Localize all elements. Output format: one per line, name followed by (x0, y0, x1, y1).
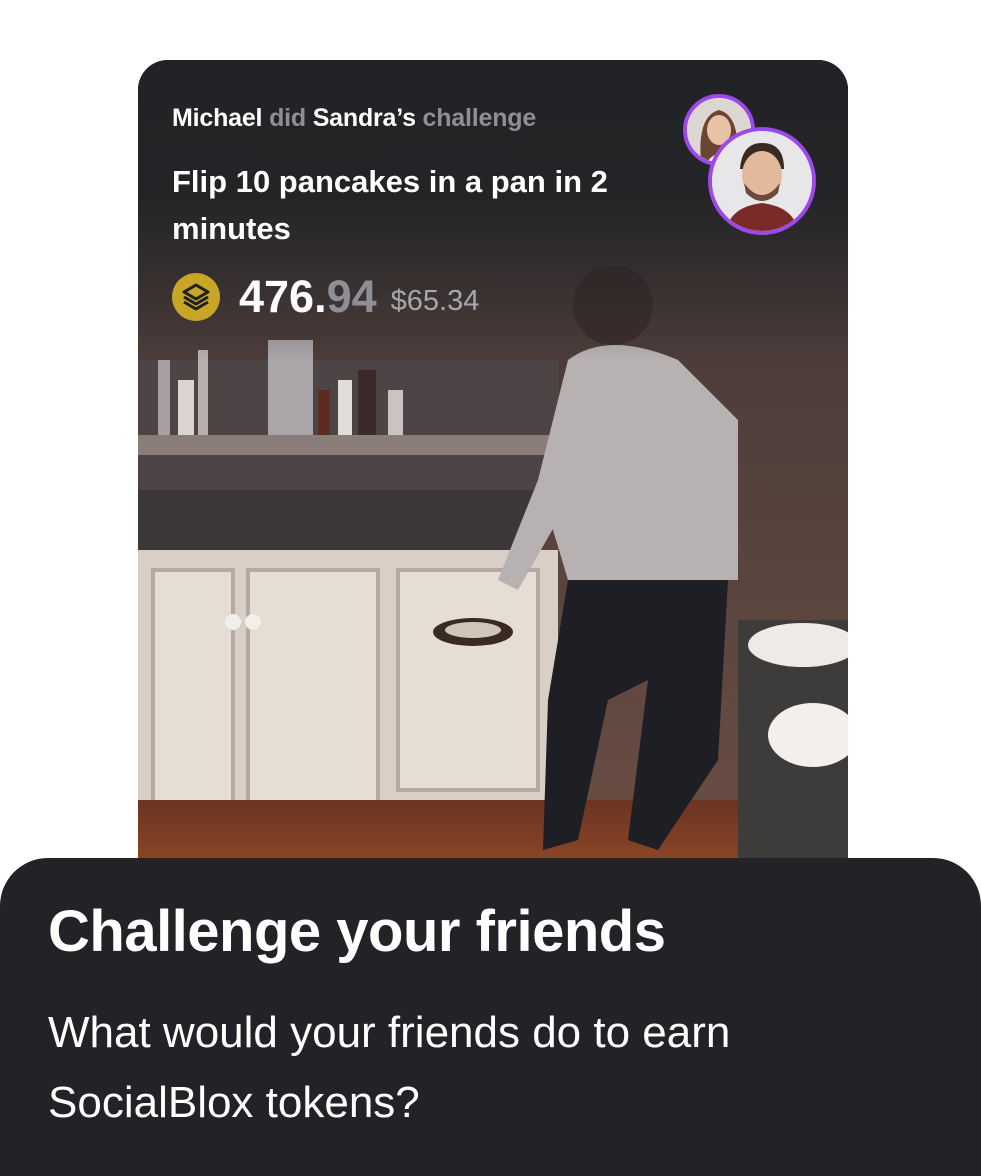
promo-description: What would your friends do to earn Socia… (48, 1008, 731, 1127)
socialblox-token-icon (172, 273, 220, 321)
challenge-label: challenge (422, 104, 537, 132)
michael-avatar[interactable] (708, 127, 816, 235)
token-amount-integer: 476. (239, 271, 327, 322)
promo-panel: Challenge your friends What would your f… (0, 858, 981, 1176)
promo-headline: Challenge your friends (48, 899, 666, 964)
challenge-card[interactable]: Michael did Sandra’s challenge Flip 10 p… (138, 60, 848, 860)
did-label: did (269, 104, 306, 132)
fiat-amount: $65.34 (390, 284, 480, 317)
challenge-byline: Michael did Sandra’s challenge (172, 104, 536, 133)
performer-name[interactable]: Michael (172, 104, 263, 132)
token-amount-decimal: 94 (326, 271, 377, 322)
challenger-name[interactable]: Sandra’s (313, 104, 416, 132)
challenge-title: Flip 10 pancakes in a pan in 2 minutes (172, 164, 608, 246)
token-reward: 476. 94 $65.34 (172, 271, 480, 322)
